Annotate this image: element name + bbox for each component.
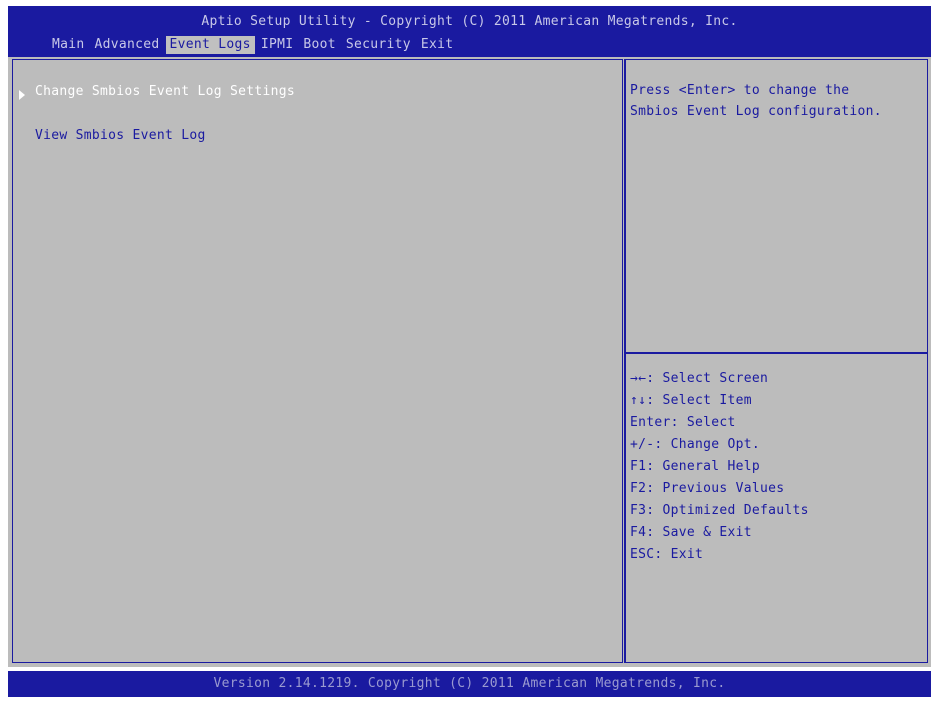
key-hint-f2: F2: Previous Values xyxy=(630,481,785,496)
help-divider xyxy=(626,352,927,354)
key-legend: →←: Select Screen ↑↓: Select Item Enter:… xyxy=(630,368,809,566)
key-hint-esc: ESC: Exit xyxy=(630,547,704,562)
header-bar: Aptio Setup Utility - Copyright (C) 2011… xyxy=(8,6,931,57)
main-panel: Change Smbios Event Log Settings View Sm… xyxy=(12,59,623,663)
tab-exit[interactable]: Exit xyxy=(417,36,458,54)
tab-ipmi[interactable]: IPMI xyxy=(257,36,298,54)
help-panel: Press <Enter> to change the Smbios Event… xyxy=(624,59,928,663)
tab-advanced[interactable]: Advanced xyxy=(91,36,164,54)
help-description: Press <Enter> to change the Smbios Event… xyxy=(630,83,882,119)
key-hint-enter: Enter: Select xyxy=(630,415,736,430)
menu-item-change-smbios-event-log-settings[interactable]: Change Smbios Event Log Settings xyxy=(35,84,295,99)
key-hint-change-opt: +/-: Change Opt. xyxy=(630,437,761,452)
submenu-arrow-icon xyxy=(19,90,25,100)
key-hint-f4: F4: Save & Exit xyxy=(630,525,752,540)
tab-main[interactable]: Main xyxy=(48,36,89,54)
key-hint-select-screen: →←: Select Screen xyxy=(630,371,769,386)
key-hint-f1: F1: General Help xyxy=(630,459,761,474)
content-area: Change Smbios Event Log Settings View Sm… xyxy=(8,57,931,667)
footer-bar: Version 2.14.1219. Copyright (C) 2011 Am… xyxy=(8,671,931,697)
tab-bar: Main Advanced Event Logs IPMI Boot Secur… xyxy=(48,36,457,54)
version-text: Version 2.14.1219. Copyright (C) 2011 Am… xyxy=(213,676,726,691)
menu-item-view-smbios-event-log[interactable]: View Smbios Event Log xyxy=(35,128,206,143)
key-hint-f3: F3: Optimized Defaults xyxy=(630,503,809,518)
tab-security[interactable]: Security xyxy=(342,36,415,54)
utility-title: Aptio Setup Utility - Copyright (C) 2011… xyxy=(201,14,738,29)
bios-setup-screen: Aptio Setup Utility - Copyright (C) 2011… xyxy=(0,0,937,701)
tab-boot[interactable]: Boot xyxy=(299,36,340,54)
key-hint-select-item: ↑↓: Select Item xyxy=(630,393,752,408)
tab-event-logs[interactable]: Event Logs xyxy=(165,36,255,54)
